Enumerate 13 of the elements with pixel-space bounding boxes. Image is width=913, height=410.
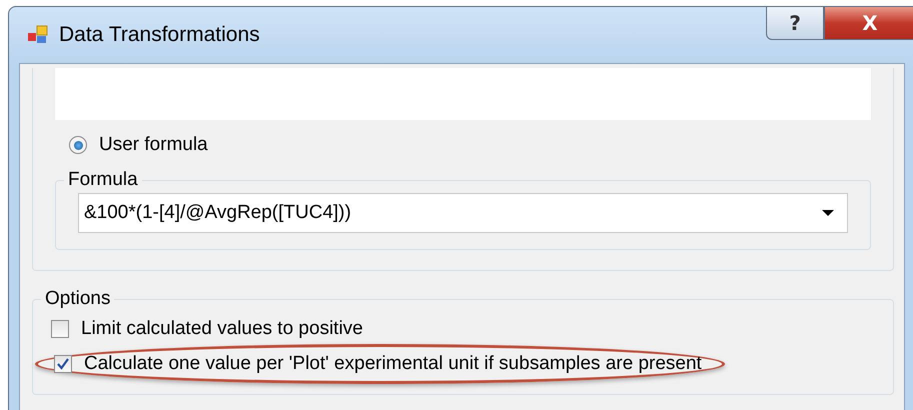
app-icon	[27, 24, 49, 46]
checkbox[interactable]	[54, 355, 72, 373]
group-label: Options	[41, 288, 114, 310]
checkbox-label: Limit calculated values to positive	[81, 318, 363, 340]
formula-dropdown[interactable]: &100*(1-[4]/@AvgRep([TUC4]))	[78, 193, 848, 233]
radio-label: User formula	[99, 134, 208, 156]
checkbox-label: Calculate one value per 'Plot' experimental unit if subsamples are present	[84, 353, 702, 375]
checkbox[interactable]	[51, 320, 69, 338]
window-title: Data Transformations	[59, 23, 260, 47]
caret-icon	[821, 209, 835, 217]
radio-button[interactable]	[69, 136, 87, 154]
help-button[interactable]: ?	[766, 6, 824, 40]
close-button[interactable]: X	[824, 6, 913, 40]
